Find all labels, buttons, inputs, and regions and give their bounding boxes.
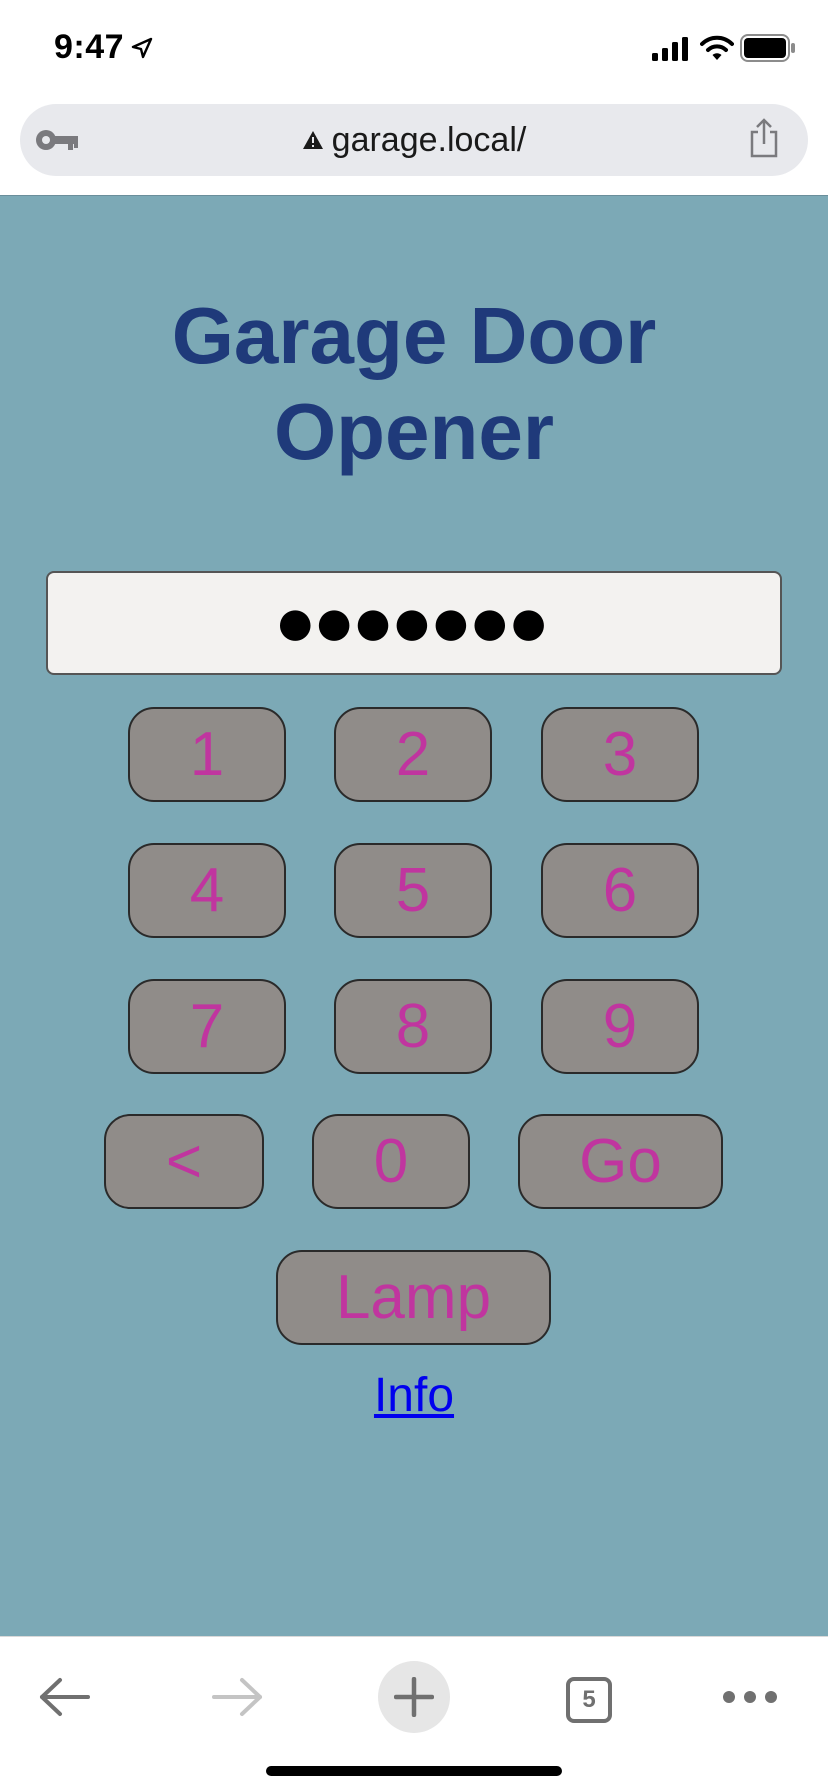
tabs-button[interactable]: 5 bbox=[566, 1677, 612, 1723]
url-display[interactable]: garage.local/ bbox=[20, 104, 808, 176]
key-1-button[interactable]: 1 bbox=[128, 707, 286, 802]
key-2-button[interactable]: 2 bbox=[334, 707, 492, 802]
key-0-button[interactable]: 0 bbox=[312, 1114, 470, 1209]
share-icon[interactable] bbox=[748, 118, 780, 158]
forward-arrow-icon[interactable] bbox=[210, 1677, 266, 1717]
title-line-2: Opener bbox=[273, 387, 555, 476]
status-time: 9:47 bbox=[54, 28, 125, 66]
more-icon[interactable] bbox=[722, 1689, 778, 1705]
plus-icon bbox=[394, 1677, 434, 1717]
browser-url-area: garage.local/ bbox=[0, 96, 828, 196]
page-content: Garage Door Opener ●●●●●●● 1 2 3 4 5 6 7… bbox=[0, 196, 828, 1636]
key-8-button[interactable]: 8 bbox=[334, 979, 492, 1074]
key-4-button[interactable]: 4 bbox=[128, 843, 286, 938]
page-title: Garage Door Opener bbox=[64, 288, 764, 480]
key-7-button[interactable]: 7 bbox=[128, 979, 286, 1074]
address-bar[interactable]: garage.local/ bbox=[20, 104, 808, 176]
home-indicator bbox=[266, 1766, 562, 1776]
battery-icon bbox=[740, 34, 795, 62]
warning-icon bbox=[302, 131, 323, 149]
wifi-icon bbox=[700, 35, 734, 60]
info-link[interactable]: Info bbox=[364, 1368, 464, 1423]
key-5-button[interactable]: 5 bbox=[334, 843, 492, 938]
location-arrow-icon bbox=[131, 37, 153, 59]
status-bar: 9:47 bbox=[0, 0, 828, 96]
lamp-button[interactable]: Lamp bbox=[276, 1250, 551, 1345]
backspace-button[interactable]: < bbox=[104, 1114, 264, 1209]
new-tab-button[interactable] bbox=[378, 1661, 450, 1733]
url-text[interactable]: garage.local/ bbox=[332, 121, 527, 160]
title-line-1: Garage Door bbox=[171, 291, 657, 380]
cellular-signal-icon bbox=[652, 37, 688, 61]
key-3-button[interactable]: 3 bbox=[541, 707, 699, 802]
go-button[interactable]: Go bbox=[518, 1114, 723, 1209]
pin-input[interactable]: ●●●●●●● bbox=[46, 571, 782, 675]
back-arrow-icon[interactable] bbox=[36, 1677, 92, 1717]
tab-count: 5 bbox=[582, 1686, 596, 1713]
key-6-button[interactable]: 6 bbox=[541, 843, 699, 938]
key-9-button[interactable]: 9 bbox=[541, 979, 699, 1074]
pin-masked-value: ●●●●●●● bbox=[277, 600, 551, 646]
